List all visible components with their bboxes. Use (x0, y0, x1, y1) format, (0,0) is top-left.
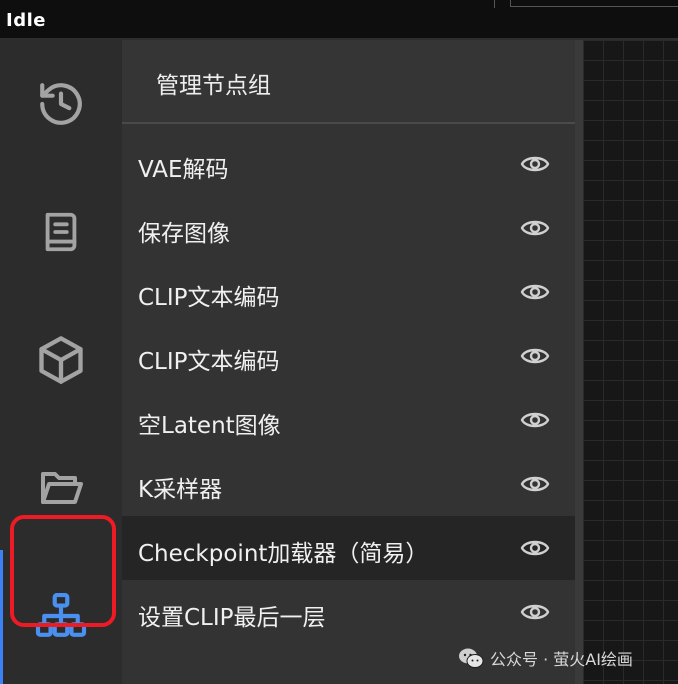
top-tab-edge (510, 0, 678, 7)
node-item-clip-text-encode[interactable]: CLIP文本编码 (122, 260, 575, 324)
node-item-ksampler[interactable]: K采样器 (122, 452, 575, 516)
eye-icon[interactable] (520, 152, 550, 176)
history-icon (40, 83, 82, 125)
panel-scrollbar[interactable] (575, 40, 583, 684)
node-label: Checkpoint加载器（简易） (138, 541, 429, 567)
eye-icon[interactable] (520, 600, 550, 624)
eye-icon[interactable] (520, 280, 550, 304)
sidebar-item-models[interactable] (0, 296, 122, 424)
node-item-clip-text-encode-2[interactable]: CLIP文本编码 (122, 324, 575, 388)
node-label: 空Latent图像 (138, 413, 281, 439)
node-label: 设置CLIP最后一层 (138, 605, 326, 631)
eye-icon[interactable] (520, 408, 550, 432)
node-label: 保存图像 (138, 221, 230, 247)
node-label: CLIP文本编码 (138, 349, 280, 375)
node-label: VAE解码 (138, 157, 229, 183)
node-item-vae-decode[interactable]: VAE解码 (122, 132, 575, 196)
node-group-panel: 管理节点组 VAE解码 保存图像 CLIP文本编码 CLIP文本编码 空Late… (122, 40, 575, 684)
cube-icon (39, 336, 83, 384)
eye-icon[interactable] (520, 216, 550, 240)
graph-canvas[interactable] (583, 40, 678, 684)
panel-title: 管理节点组 (156, 73, 271, 99)
status-text: Idle (6, 10, 46, 31)
watermark-text: 公众号 · 萤火AI绘画 (490, 650, 633, 669)
wechat-icon (459, 648, 484, 668)
highlight-annotation (10, 515, 116, 627)
node-item-checkpoint-loader[interactable]: Checkpoint加载器（简易） (122, 516, 575, 580)
eye-icon[interactable] (520, 344, 550, 368)
top-divider (494, 0, 495, 8)
node-item-clip-set-last-layer[interactable]: 设置CLIP最后一层 (122, 580, 575, 644)
node-label: K采样器 (138, 477, 223, 503)
node-list: VAE解码 保存图像 CLIP文本编码 CLIP文本编码 空Latent图像 K… (122, 132, 575, 644)
node-label: CLIP文本编码 (138, 285, 280, 311)
status-bar: Idle (0, 0, 678, 40)
node-item-empty-latent[interactable]: 空Latent图像 (122, 388, 575, 452)
sidebar-item-history[interactable] (0, 40, 122, 168)
eye-icon[interactable] (520, 536, 550, 560)
panel-header: 管理节点组 (122, 40, 575, 124)
node-item-save-image[interactable]: 保存图像 (122, 196, 575, 260)
eye-icon[interactable] (520, 472, 550, 496)
watermark: 公众号 · 萤火AI绘画 (458, 644, 633, 672)
book-icon (45, 212, 77, 252)
folder-open-icon (41, 472, 83, 504)
sidebar-item-library[interactable] (0, 168, 122, 296)
active-indicator (0, 550, 3, 684)
